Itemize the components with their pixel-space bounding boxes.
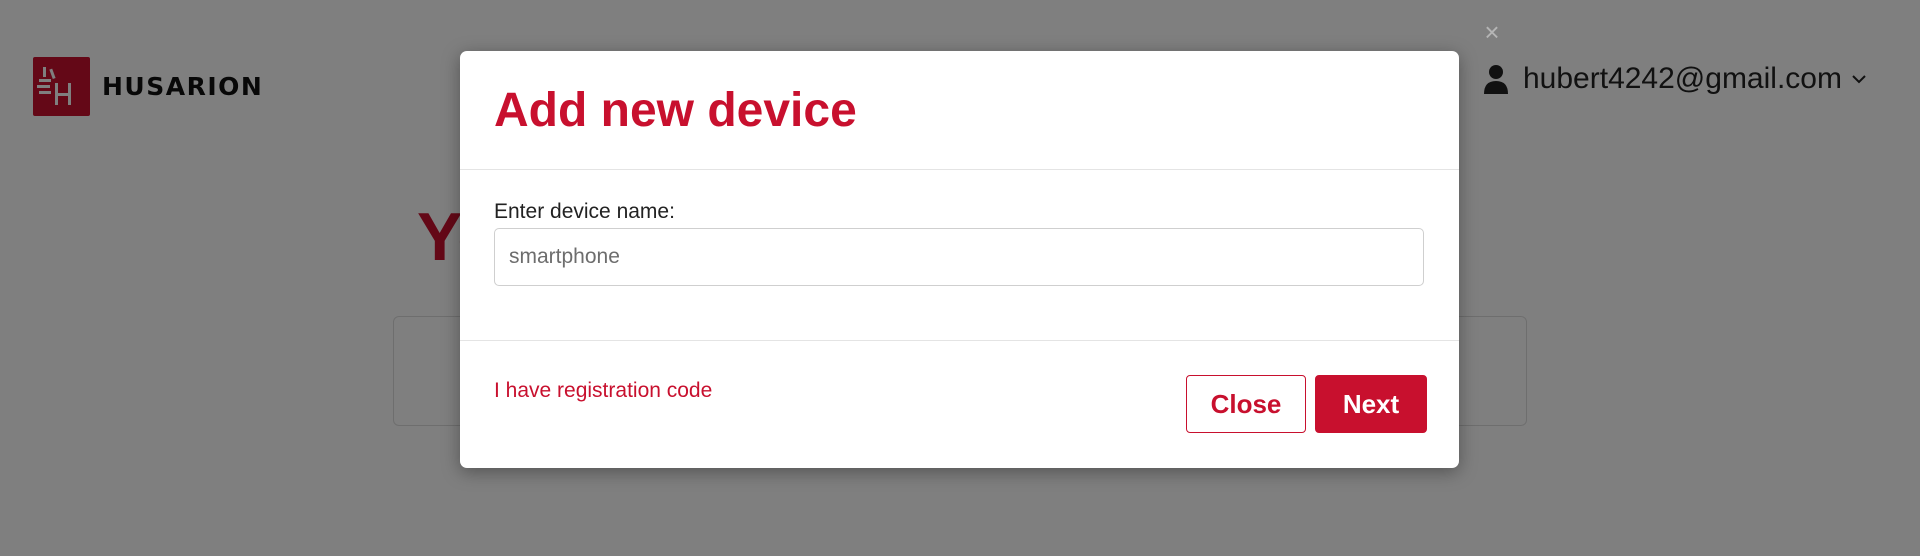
modal-header: Add new device <box>460 51 1459 170</box>
close-icon[interactable]: × <box>1480 19 1504 45</box>
device-name-input[interactable] <box>494 228 1424 286</box>
registration-code-link[interactable]: I have registration code <box>494 379 712 403</box>
close-button[interactable]: Close <box>1186 375 1306 433</box>
modal-footer: I have registration code Close Next <box>460 341 1459 468</box>
modal-body: Enter device name: <box>460 170 1459 341</box>
device-name-label: Enter device name: <box>494 200 675 223</box>
add-device-modal: Add new device Enter device name: I have… <box>460 51 1459 468</box>
next-button[interactable]: Next <box>1315 375 1427 433</box>
modal-title: Add new device <box>494 84 857 137</box>
